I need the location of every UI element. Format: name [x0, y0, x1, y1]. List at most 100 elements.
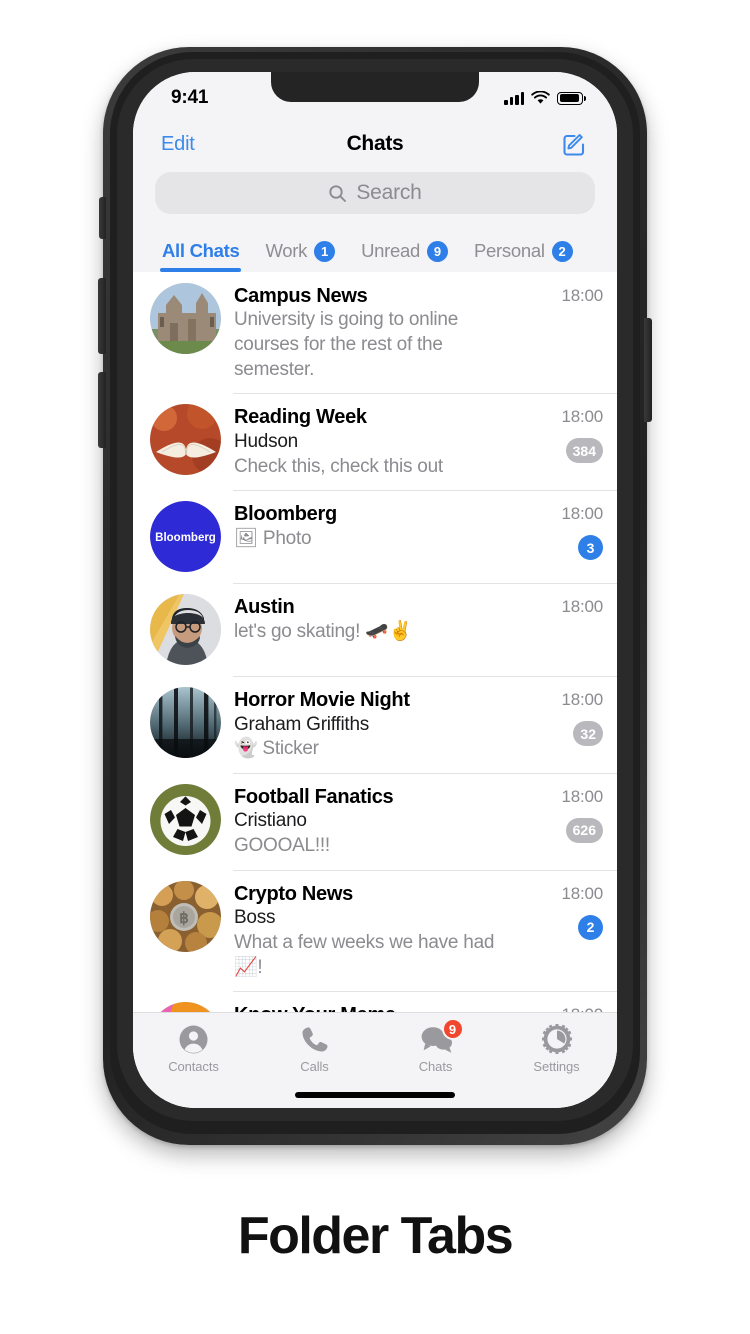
chat-title: Austin	[234, 596, 295, 619]
status-indicators	[504, 85, 586, 105]
chat-list-item[interactable]: Bloomberg Bloomberg 🖼 Photo 18:00 3	[133, 490, 617, 583]
folder-tab-work[interactable]: Work 1	[252, 240, 348, 272]
chat-content: Football Fanatics Cristiano GOOOAL!!!	[221, 784, 527, 859]
search-input[interactable]: Search	[155, 172, 595, 214]
chat-sender: Graham Griffiths	[234, 713, 370, 735]
chat-time: 18:00	[561, 690, 603, 710]
chats-tab-badge: 9	[441, 1018, 464, 1040]
chat-preview: University is going to online courses fo…	[234, 309, 459, 380]
notch	[271, 72, 479, 102]
chat-content: Campus News University is going to onlin…	[221, 283, 527, 382]
folder-tab-badge: 9	[427, 240, 449, 262]
chat-preview: GOOOAL!!!	[234, 835, 330, 857]
chat-content: Reading Week Hudson Check this, check th…	[221, 404, 527, 479]
chat-meta: 18:00 2	[527, 881, 603, 980]
search-placeholder: Search	[356, 181, 422, 204]
power-button[interactable]	[644, 318, 652, 422]
folder-tab-all-chats[interactable]: All Chats	[149, 240, 252, 272]
chat-time: 18:00	[561, 597, 603, 617]
tab-label: Calls	[300, 1059, 329, 1074]
svg-text:฿: ฿	[179, 910, 189, 927]
tab-contacts[interactable]: Contacts	[133, 1022, 254, 1074]
battery-icon	[557, 91, 586, 105]
chat-list-item[interactable]: Campus News University is going to onlin…	[133, 272, 617, 393]
edit-button[interactable]: Edit	[161, 133, 195, 156]
chat-list-item[interactable]: Reading Week Hudson Check this, check th…	[133, 393, 617, 490]
tab-calls[interactable]: Calls	[254, 1022, 375, 1074]
folder-tab-label: Personal	[474, 240, 545, 261]
folder-tab-label: Work	[265, 240, 308, 261]
tab-settings[interactable]: Settings	[496, 1022, 617, 1074]
unread-badge: 626	[565, 817, 603, 843]
chat-content: Bloomberg 🖼 Photo	[221, 501, 527, 572]
folder-tab-label: All Chats	[162, 240, 240, 261]
volume-up-button[interactable]	[98, 278, 106, 354]
search-icon	[329, 184, 347, 202]
unread-badge: 384	[565, 438, 603, 464]
contacts-icon	[178, 1022, 209, 1056]
avatar: Bloomberg	[150, 501, 221, 573]
cellular-signal-icon	[504, 91, 524, 105]
avatar	[150, 404, 221, 476]
caption-title: Folder Tabs	[237, 1207, 514, 1265]
chat-sender: Cristiano	[234, 810, 307, 832]
navigation-bar: Edit Chats	[133, 118, 617, 170]
chat-time: 18:00	[561, 286, 603, 305]
chat-meta: 18:00 3	[527, 501, 603, 572]
chat-meta: 18:00 384	[527, 404, 603, 479]
chat-meta: 18:00 626	[527, 784, 603, 859]
avatar	[150, 783, 221, 855]
folder-tab-unread[interactable]: Unread 9	[348, 240, 461, 272]
chat-list-item[interactable]: Austin let's go skating! 🛹✌️ 18:00	[133, 583, 617, 676]
chat-title: Football Fanatics	[234, 785, 394, 808]
tab-chats[interactable]: 9 Chats	[375, 1018, 496, 1074]
volume-down-button[interactable]	[98, 372, 106, 448]
chat-preview: What a few weeks we have had 📈!	[234, 931, 495, 978]
chat-meta: 18:00 32	[527, 687, 603, 762]
status-clock: 9:41	[171, 87, 209, 108]
chat-sender: Boss	[234, 907, 276, 929]
chat-list-item[interactable]: ฿ Crypto News Boss What a few weeks we h…	[133, 869, 617, 991]
chat-content: Crypto News Boss What a few weeks we hav…	[221, 881, 527, 980]
folder-tabs: All Chats Work 1 Unread 9 Personal 2	[133, 226, 617, 272]
folder-tab-personal[interactable]: Personal 2	[461, 240, 586, 272]
page-title: Chats	[346, 132, 404, 155]
chat-preview: Check this, check this out	[234, 455, 443, 477]
avatar	[150, 594, 221, 666]
tab-label: Settings	[533, 1059, 580, 1074]
mute-switch-button[interactable]	[99, 197, 106, 239]
avatar	[150, 687, 221, 759]
chat-preview: 🖼 Photo	[234, 527, 312, 549]
folder-tab-badge: 2	[551, 240, 573, 262]
chat-time: 18:00	[561, 407, 603, 427]
chat-preview: 👻 Sticker	[234, 738, 319, 760]
chat-time: 18:00	[561, 504, 603, 524]
svg-text:Bloomberg: Bloomberg	[155, 532, 216, 544]
chat-time: 18:00	[561, 883, 603, 903]
avatar: ฿	[150, 880, 221, 952]
tab-label: Chats	[418, 1059, 453, 1074]
home-indicator[interactable]	[295, 1092, 455, 1098]
chat-time: 18:00	[561, 786, 603, 806]
chat-meta: 18:00	[527, 594, 603, 665]
search-container: Search	[133, 170, 617, 226]
gear-icon	[541, 1022, 573, 1056]
chat-list-item[interactable]: Horror Movie Night Graham Griffiths 👻 St…	[133, 676, 617, 773]
chat-meta: 18:00	[527, 283, 603, 382]
folder-tab-label: Unread	[361, 240, 421, 261]
unread-badge: 32	[573, 721, 603, 747]
chat-title: Campus News	[234, 285, 368, 307]
wifi-icon	[531, 91, 550, 104]
chat-content: Austin let's go skating! 🛹✌️	[221, 594, 527, 665]
chat-list[interactable]: Campus News University is going to onlin…	[133, 272, 617, 1108]
compose-button[interactable]	[561, 130, 589, 158]
chat-title: Horror Movie Night	[234, 689, 410, 712]
chat-content: Horror Movie Night Graham Griffiths 👻 St…	[221, 687, 527, 762]
chat-title: Reading Week	[234, 406, 367, 429]
chat-list-item[interactable]: Football Fanatics Cristiano GOOOAL!!! 18…	[133, 772, 617, 870]
phone-icon	[299, 1022, 330, 1056]
phone-screen: 9:41 Edit Chats Search All Chats Work 1 …	[133, 72, 617, 1108]
avatar	[150, 283, 221, 354]
chat-title: Bloomberg	[234, 503, 337, 526]
unread-badge: 3	[578, 535, 603, 561]
